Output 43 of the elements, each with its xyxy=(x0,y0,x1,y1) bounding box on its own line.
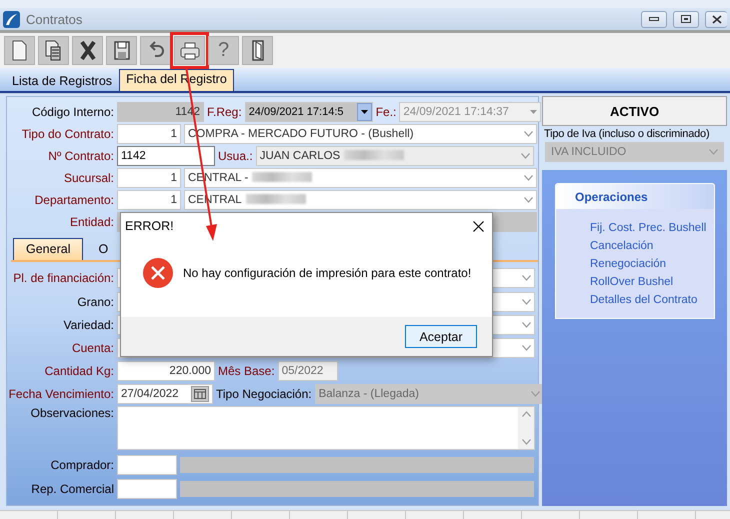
field-label: Pl. de financiación: xyxy=(12,271,114,285)
dialog-title: ERROR! xyxy=(125,219,174,233)
field-label: Fe.: xyxy=(376,105,396,119)
dialog-message: No hay configuración de impresión para este contrato! xyxy=(183,266,472,280)
input-field[interactable]: 220.000 xyxy=(117,360,215,380)
field-label: Tipo Negociación: xyxy=(216,386,312,400)
field-label: Nº Contrato: xyxy=(47,149,114,163)
field-label: Rep. Comercial xyxy=(30,482,114,496)
tab[interactable]: Lista de Registros xyxy=(5,71,120,91)
window-title: Contratos xyxy=(26,12,84,26)
field-label: Cuenta: xyxy=(70,340,114,354)
field-label: Grano: xyxy=(76,294,114,308)
status-label: ACTIVO xyxy=(542,96,727,126)
card-title: Operaciones xyxy=(575,190,648,204)
date-field[interactable]: 27/04/2022 xyxy=(117,384,213,404)
field-label: Variedad: xyxy=(62,318,114,332)
operation-link[interactable]: RollOver Bushel xyxy=(590,276,714,288)
field-label: Tipo do Contrato: xyxy=(20,127,114,141)
ok-button[interactable]: Aceptar xyxy=(405,325,477,348)
field-label: Departamento: xyxy=(34,193,114,207)
field-label: Sucursal: xyxy=(62,171,114,185)
field-label: Tipo de Iva (incluso o discriminado) xyxy=(543,128,710,140)
field-label: Comprador: xyxy=(50,458,114,472)
operation-link[interactable]: Cancelación xyxy=(590,240,714,252)
field-label: Cantidad Kg: xyxy=(44,364,114,378)
date-dropdown[interactable]: 24/09/2021 17:14:5 xyxy=(244,102,373,122)
operation-link[interactable]: Renegociación xyxy=(590,258,714,270)
input-field[interactable]: 1 xyxy=(117,190,181,210)
input-field[interactable]: 1142 xyxy=(117,146,215,166)
input-field[interactable]: 1 xyxy=(117,124,181,144)
field-label: Entidad: xyxy=(68,215,114,229)
field-label: Usua.: xyxy=(218,149,253,163)
tab[interactable]: General xyxy=(13,238,84,260)
tab[interactable]: O xyxy=(93,238,114,260)
dropdown[interactable]: JUAN CARLOS xyxy=(256,146,534,166)
field-label: F.Reg: xyxy=(207,105,242,119)
field-label: Observaciones: xyxy=(30,406,114,420)
operation-link[interactable]: Detalles del Contrato xyxy=(590,294,714,306)
operation-link[interactable]: Fij. Cost. Prec. Bushell xyxy=(590,222,714,234)
field-label: Mês Base: xyxy=(218,364,275,378)
field-label: Fecha Vencimiento: xyxy=(8,386,114,400)
input-field[interactable]: 1 xyxy=(117,168,181,188)
field-label: Código Interno: xyxy=(30,105,114,119)
